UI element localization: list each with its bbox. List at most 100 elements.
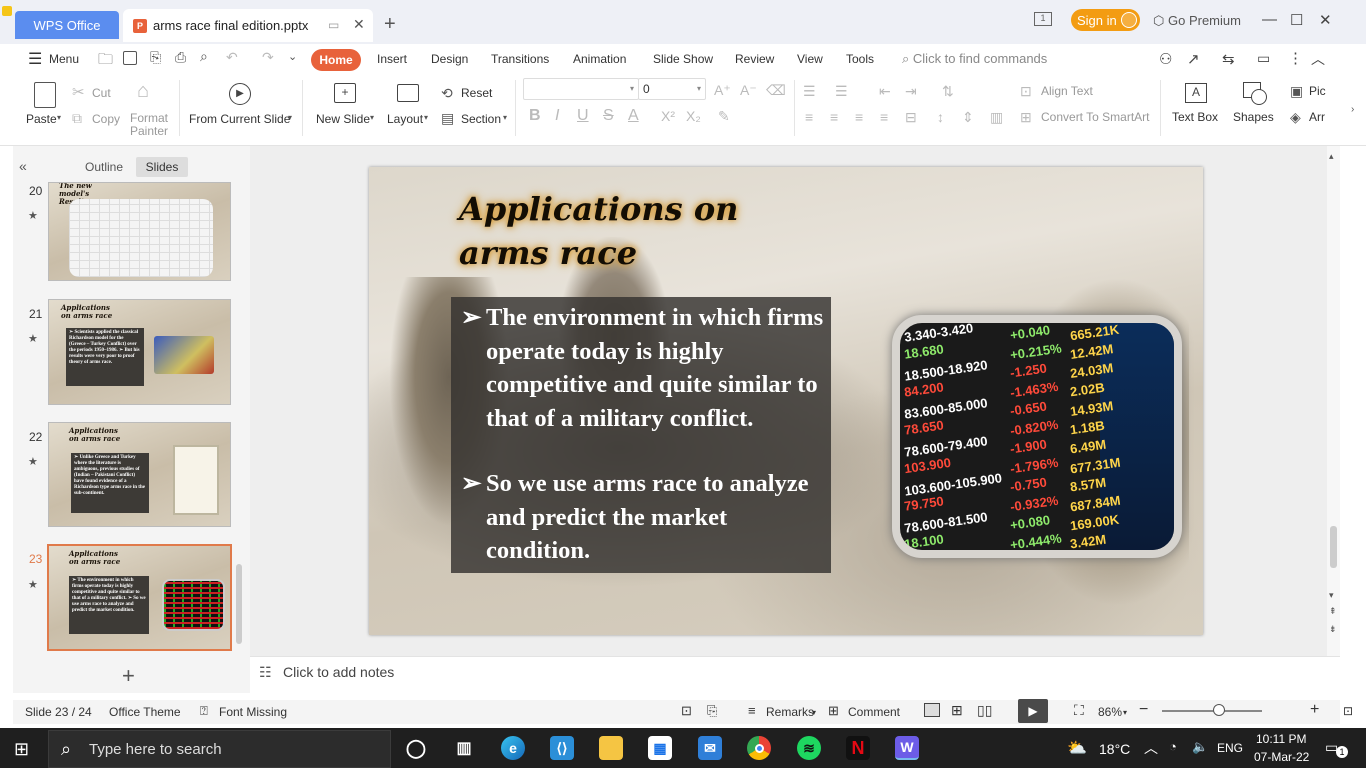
arrange-button[interactable]: Arr bbox=[1309, 110, 1325, 124]
fullscreen-icon[interactable]: ⊡ bbox=[1343, 704, 1353, 718]
remarks-dropdown-icon[interactable]: ▾ bbox=[812, 708, 816, 717]
smartart-icon[interactable]: ⊞ bbox=[1020, 108, 1032, 126]
slide-title[interactable]: Applications on arms race bbox=[459, 187, 738, 275]
font-missing-button[interactable]: Font Missing bbox=[219, 705, 287, 719]
align-center-icon[interactable]: ≡ bbox=[830, 108, 838, 126]
comment-icon[interactable]: ⊞ bbox=[828, 703, 839, 719]
tab-slides[interactable]: Slides bbox=[136, 157, 188, 177]
picture-button[interactable]: Pic bbox=[1309, 84, 1326, 98]
section-icon[interactable]: ▤ bbox=[441, 109, 454, 127]
tab-review[interactable]: Review bbox=[735, 52, 774, 66]
align-right-icon[interactable]: ≡ bbox=[855, 108, 863, 126]
section-button[interactable]: Section bbox=[461, 112, 501, 126]
show-hidden-icons[interactable]: ︿ bbox=[1144, 738, 1158, 758]
zoom-level[interactable]: 86% bbox=[1098, 705, 1122, 719]
strikethrough-icon[interactable]: S bbox=[603, 107, 614, 125]
store-icon[interactable]: ▦ bbox=[648, 736, 672, 760]
sign-in-button[interactable]: Sign in bbox=[1071, 9, 1140, 31]
export-icon[interactable]: ⎘ bbox=[150, 49, 161, 66]
scroll-down-icon[interactable]: ▾ bbox=[1329, 590, 1334, 601]
slide-thumbnail-23[interactable]: Applications on arms race ➢ The environm… bbox=[47, 544, 232, 651]
task-view-icon[interactable]: ▥ bbox=[452, 736, 476, 760]
edge-icon[interactable]: e bbox=[501, 736, 525, 760]
open-folder-icon[interactable]: 🗀 bbox=[98, 49, 113, 74]
layout-dropdown-icon[interactable]: ▾ bbox=[424, 113, 428, 122]
underline-icon[interactable]: U bbox=[577, 107, 589, 125]
find-commands-input[interactable]: ⌕ Click to find commands bbox=[902, 51, 1047, 67]
volume-icon[interactable]: 🔈 bbox=[1192, 739, 1208, 755]
windows-start-icon[interactable]: ⊞ bbox=[14, 739, 29, 760]
tab-home[interactable]: Home bbox=[311, 49, 361, 71]
play-from-current-icon[interactable]: ▶ bbox=[229, 83, 251, 105]
decrease-font-icon[interactable]: A⁻ bbox=[740, 81, 757, 99]
close-tab-icon[interactable]: ✕ bbox=[353, 16, 365, 33]
collab-icon[interactable]: ⇆ bbox=[1222, 50, 1235, 68]
clock-date[interactable]: 07-Mar-22 bbox=[1254, 750, 1309, 764]
maximize-icon[interactable]: ☐ bbox=[1290, 11, 1303, 29]
more-icon[interactable]: ⋮ bbox=[1288, 49, 1303, 67]
clock-time[interactable]: 10:11 PM bbox=[1256, 732, 1306, 746]
share-icon[interactable]: ↗ bbox=[1187, 50, 1200, 68]
menu-button[interactable]: Menu bbox=[49, 52, 79, 66]
new-slide-icon[interactable]: + bbox=[334, 83, 356, 103]
new-slide-button[interactable]: New Slide bbox=[316, 112, 370, 126]
paste-button[interactable]: Paste bbox=[26, 112, 57, 126]
clear-format-icon[interactable]: ⌫ bbox=[766, 81, 786, 99]
bullets-icon[interactable]: ☰ bbox=[803, 82, 816, 100]
slide-thumbnail-21[interactable]: Applications on arms race ➢ Scientists a… bbox=[48, 299, 231, 405]
hamburger-icon[interactable]: ☰ bbox=[28, 49, 42, 69]
minimize-icon[interactable]: — bbox=[1262, 11, 1277, 28]
save-icon[interactable] bbox=[123, 51, 137, 65]
paste-icon[interactable] bbox=[34, 82, 56, 108]
shapes-button[interactable]: Shapes bbox=[1233, 110, 1274, 124]
cut-button[interactable]: Cut bbox=[92, 86, 111, 100]
vscode-icon[interactable]: ⟨⟩ bbox=[550, 736, 574, 760]
reset-button[interactable]: Reset bbox=[461, 86, 492, 100]
comment-icon[interactable]: ▭ bbox=[1257, 50, 1270, 67]
export-pdf-icon[interactable]: ⎘ bbox=[707, 703, 717, 719]
tab-view[interactable]: View bbox=[797, 52, 823, 66]
close-icon[interactable]: ✕ bbox=[1319, 11, 1332, 29]
taskbar-search-input[interactable]: ⌕ Type here to search bbox=[48, 730, 391, 768]
distribute-icon[interactable]: ⊟ bbox=[905, 108, 917, 126]
current-slide[interactable]: Applications on arms race ➢ The environm… bbox=[369, 167, 1203, 635]
align-left-icon[interactable]: ≡ bbox=[805, 108, 813, 126]
text-direction-icon[interactable]: ⇅ bbox=[942, 82, 954, 100]
slide-sorter-icon[interactable]: ⊞ bbox=[951, 702, 963, 719]
copy-icon[interactable]: ⧉ bbox=[72, 109, 82, 127]
from-current-dropdown-icon[interactable]: ▾ bbox=[288, 113, 292, 122]
ribbon-scroll-right-icon[interactable]: › bbox=[1351, 104, 1354, 115]
chrome-icon[interactable] bbox=[747, 736, 771, 760]
convert-smartart-button[interactable]: Convert To SmartArt bbox=[1041, 110, 1149, 124]
zoom-slider[interactable] bbox=[1162, 710, 1262, 712]
from-current-slide-button[interactable]: From Current Slide bbox=[189, 112, 290, 126]
print-icon[interactable]: ⎙ bbox=[175, 49, 186, 66]
text-box-button[interactable]: Text Box bbox=[1172, 110, 1218, 124]
tab-tools[interactable]: Tools bbox=[846, 52, 874, 66]
weather-temperature[interactable]: 18°C bbox=[1099, 741, 1130, 757]
prev-slide-icon[interactable]: ⇞ bbox=[1329, 606, 1337, 617]
bold-icon[interactable]: B bbox=[529, 107, 541, 125]
line-spacing-icon[interactable]: ↕ bbox=[937, 108, 944, 126]
italic-icon[interactable]: I bbox=[555, 107, 559, 125]
collapse-ribbon-icon[interactable]: ︿ bbox=[1311, 49, 1325, 69]
zoom-dropdown-icon[interactable]: ▾ bbox=[1123, 708, 1127, 717]
language-indicator[interactable]: ENG bbox=[1217, 741, 1243, 755]
wps-taskbar-icon[interactable]: W bbox=[895, 736, 919, 760]
tab-transitions[interactable]: Transitions bbox=[491, 52, 549, 66]
reset-icon[interactable]: ⟲ bbox=[441, 84, 453, 102]
next-slide-icon[interactable]: ⇟ bbox=[1329, 624, 1337, 635]
zoom-out-icon[interactable]: − bbox=[1139, 701, 1148, 719]
section-dropdown-icon[interactable]: ▾ bbox=[503, 113, 507, 122]
remarks-icon[interactable]: ≡ bbox=[748, 703, 756, 718]
redo-icon[interactable]: ↷ bbox=[262, 49, 274, 66]
collapse-panel-icon[interactable]: « bbox=[19, 158, 27, 174]
print-preview-icon[interactable]: ⌕ bbox=[200, 48, 208, 65]
slide-thumbnail-20[interactable]: The new model's Results bbox=[48, 182, 231, 281]
weather-icon[interactable]: ⛅ bbox=[1067, 738, 1087, 758]
slide-thumbnail-22[interactable]: Applications on arms race ➢ Unlike Greec… bbox=[48, 422, 231, 527]
align-text-button[interactable]: Align Text bbox=[1041, 84, 1093, 98]
superscript-icon[interactable]: X² bbox=[661, 107, 675, 125]
scroll-up-icon[interactable]: ▴ bbox=[1329, 151, 1334, 162]
fit-window-icon[interactable]: ⛶ bbox=[1074, 702, 1084, 719]
